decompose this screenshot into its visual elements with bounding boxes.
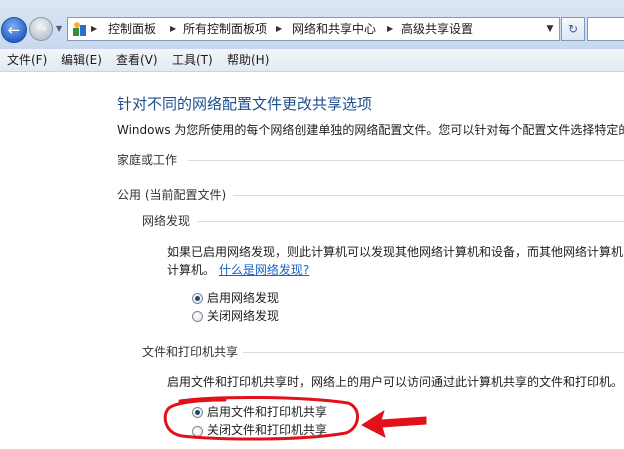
disable-discovery-label[interactable]: 关闭网络发现 [207, 308, 279, 324]
radio-disable-sharing[interactable] [192, 426, 203, 437]
menu-tools[interactable]: 工具(T) [172, 52, 213, 68]
menu-help[interactable]: 帮助(H) [227, 52, 269, 68]
menu-file[interactable]: 文件(F) [7, 52, 47, 68]
breadcrumb-all-items[interactable]: 所有控制面板项 [183, 21, 267, 37]
menu-edit[interactable]: 编辑(E) [61, 52, 102, 68]
divider [243, 352, 624, 353]
divider [197, 221, 624, 222]
enable-sharing-label[interactable]: 启用文件和打印机共享 [207, 404, 327, 420]
network-discovery-desc: 如果已启用网络发现，则此计算机可以发现其他网络计算机和设备，而其他网络计算机 [167, 245, 624, 259]
menu-view[interactable]: 查看(V) [116, 52, 158, 68]
back-arrow-icon[interactable]: ← [1, 17, 27, 43]
profile-home-work[interactable]: 家庭或工作 [117, 152, 177, 168]
search-input[interactable] [587, 17, 624, 41]
intro-text: Windows 为您所使用的每个网络创建单独的网络配置文件。您可以针对每个配置文… [117, 123, 624, 137]
divider [188, 160, 624, 161]
breadcrumb-separator-icon[interactable]: ▶ [91, 21, 97, 37]
breadcrumb-control-panel[interactable]: 控制面板 [108, 21, 156, 37]
breadcrumb-separator-icon[interactable]: ▶ [387, 21, 393, 37]
network-discovery-desc-2: 计算机。 什么是网络发现? [167, 262, 309, 278]
address-dropdown-icon[interactable]: ▼ [544, 21, 556, 37]
file-printer-heading: 文件和打印机共享 [142, 345, 239, 359]
enable-discovery-label[interactable]: 启用网络发现 [207, 290, 279, 306]
file-printer-desc: 启用文件和打印机共享时，网络上的用户可以访问通过此计算机共享的文件和打印机。 [167, 375, 624, 389]
profile-public[interactable]: 公用 (当前配置文件) [117, 187, 226, 203]
breadcrumb-separator-icon[interactable]: ▶ [276, 21, 282, 37]
radio-enable-sharing[interactable] [192, 407, 203, 418]
network-discovery-heading: 网络发现 [142, 214, 191, 228]
radio-disable-discovery[interactable] [192, 311, 203, 322]
disable-sharing-label[interactable]: 关闭文件和打印机共享 [207, 422, 327, 438]
divider [233, 195, 624, 196]
radio-enable-discovery[interactable] [192, 293, 203, 304]
page-title: 针对不同的网络配置文件更改共享选项 [117, 95, 373, 113]
what-is-network-discovery-link[interactable]: 什么是网络发现? [219, 263, 309, 277]
refresh-icon[interactable]: ↻ [561, 17, 585, 41]
history-dropdown-icon[interactable]: ▼ [56, 25, 64, 33]
breadcrumb-advanced-sharing[interactable]: 高级共享设置 [401, 21, 473, 37]
forward-arrow-icon[interactable]: → [29, 17, 53, 41]
breadcrumb-network-center[interactable]: 网络和共享中心 [292, 21, 376, 37]
network-discovery-desc-tail: 计算机。 [167, 263, 216, 277]
breadcrumb-separator-icon[interactable]: ▶ [170, 21, 176, 37]
control-panel-icon [73, 22, 86, 36]
red-arrow-icon [361, 410, 427, 438]
